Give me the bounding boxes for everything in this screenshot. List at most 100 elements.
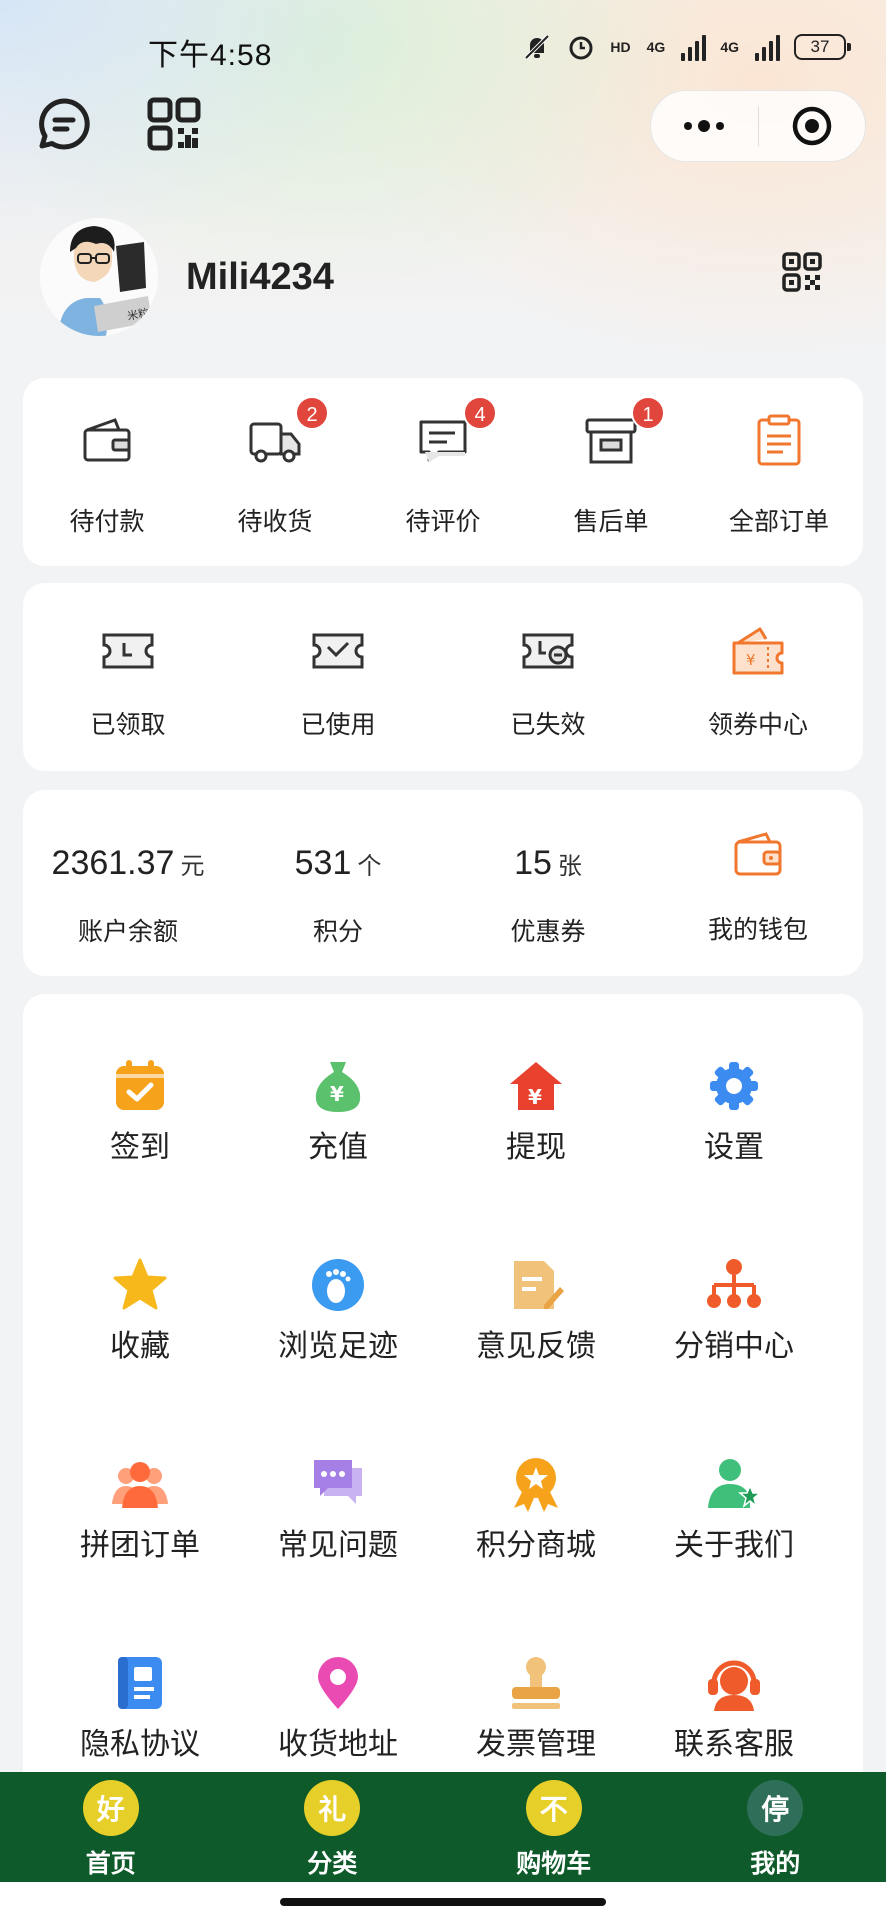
wallet-icon — [77, 410, 137, 470]
order-badge: 2 — [295, 396, 329, 430]
order-after-sales[interactable]: 1 售后单 — [527, 378, 695, 566]
tab-cart[interactable]: 不 购物车 — [443, 1772, 665, 1882]
close-miniprogram-button[interactable] — [759, 91, 866, 161]
service-label: 分销中心 — [674, 1329, 794, 1364]
points-value: 531 个 — [233, 844, 443, 883]
coupon-label: 已失效 — [510, 710, 586, 739]
scan-qr-icon[interactable] — [146, 96, 202, 152]
service-privacy[interactable]: 隐私协议 — [40, 1591, 240, 1762]
service-checkin[interactable]: 签到 — [40, 994, 240, 1165]
tab-mine[interactable]: 停 我的 — [665, 1772, 886, 1882]
svg-text:¥: ¥ — [746, 651, 756, 669]
order-pending-review[interactable]: 4 待评价 — [359, 378, 527, 566]
coupon-center-icon: ¥ — [728, 621, 788, 681]
location-pin-icon — [308, 1653, 368, 1713]
org-chart-icon — [704, 1255, 764, 1315]
ticket-icon — [98, 621, 158, 681]
avatar-illustration: 米粒 — [40, 218, 158, 336]
stat-value: 531 — [294, 844, 352, 882]
stat-value: 2361.37 — [51, 844, 175, 882]
order-pending-payment[interactable]: 待付款 — [23, 378, 191, 566]
order-label: 全部订单 — [728, 507, 829, 536]
signal-icon — [681, 33, 707, 61]
signal-icon-2 — [755, 33, 780, 61]
order-pending-receipt[interactable]: 2 待收货 — [191, 378, 359, 566]
bottom-tab-bar: 好 首页 礼 分类 不 购物车 停 我的 — [0, 1772, 886, 1882]
service-faq[interactable]: 常见问题 — [238, 1392, 438, 1563]
money-bag-icon: ¥ — [308, 1056, 368, 1116]
points-stat[interactable]: 531 个 积分 — [233, 790, 443, 976]
headset-icon — [704, 1653, 764, 1713]
message-icon[interactable] — [36, 96, 92, 152]
username: Mili4234 — [186, 255, 334, 298]
more-dots-icon — [684, 120, 725, 132]
assets-card: 2361.37 元 账户余额 531 个 积分 15 张 优惠券 我的钱包 — [23, 790, 863, 976]
wallet-label: 我的钱包 — [707, 915, 808, 944]
target-icon — [792, 106, 831, 146]
battery-indicator: 37 — [794, 34, 851, 60]
coupon-label: 已使用 — [300, 710, 376, 739]
stat-value: 15 — [514, 844, 552, 882]
home-indicator[interactable] — [280, 1898, 606, 1906]
service-group-orders[interactable]: 拼团订单 — [40, 1392, 240, 1563]
order-badge: 1 — [631, 396, 665, 430]
service-invoice[interactable]: 发票管理 — [436, 1591, 636, 1762]
mine-tab-icon: 停 — [747, 1780, 804, 1836]
coupon-label: 已领取 — [90, 710, 166, 739]
calendar-check-icon — [110, 1056, 170, 1116]
svg-text:¥: ¥ — [330, 1082, 344, 1106]
service-settings[interactable]: 设置 — [634, 994, 834, 1165]
more-button[interactable] — [651, 91, 758, 161]
service-favorites[interactable]: 收藏 — [40, 1193, 240, 1364]
service-history[interactable]: 浏览足迹 — [238, 1193, 438, 1364]
home-tab-icon: 好 — [82, 1780, 139, 1836]
stat-unit: 元 — [180, 853, 205, 880]
service-feedback[interactable]: 意见反馈 — [436, 1193, 636, 1364]
service-about-us[interactable]: 关于我们 — [634, 1392, 834, 1563]
status-icons: HD 4G 4G 37 — [522, 32, 851, 62]
order-label: 待付款 — [69, 507, 145, 536]
order-label: 售后单 — [573, 507, 649, 536]
stat-label: 账户余额 — [77, 917, 178, 946]
coupon-expired[interactable]: 已失效 — [443, 583, 653, 771]
service-address[interactable]: 收货地址 — [238, 1591, 438, 1762]
service-label: 设置 — [704, 1130, 764, 1165]
tab-label: 购物车 — [516, 1849, 592, 1878]
avatar[interactable]: 米粒 — [40, 218, 158, 336]
stat-unit: 个 — [357, 853, 382, 880]
tab-label: 首页 — [85, 1849, 136, 1878]
coupons-stat[interactable]: 15 张 优惠券 — [443, 790, 653, 976]
coupon-received[interactable]: 已领取 — [23, 583, 233, 771]
miniprogram-capsule — [650, 90, 866, 162]
stat-label: 积分 — [312, 917, 363, 946]
service-customer-support[interactable]: 联系客服 — [634, 1591, 834, 1762]
order-label: 待评价 — [405, 507, 481, 536]
my-wallet[interactable]: 我的钱包 — [653, 790, 863, 976]
service-withdraw[interactable]: ¥ 提现 — [436, 994, 636, 1165]
coupons-value: 15 张 — [443, 844, 653, 883]
gear-icon — [704, 1056, 764, 1116]
network-label-2: 4G — [720, 39, 739, 55]
orders-card: 待付款 2 待收货 4 待评价 1 售后单 全部订单 — [23, 378, 863, 566]
coupon-used[interactable]: 已使用 — [233, 583, 443, 771]
tab-category[interactable]: 礼 分类 — [222, 1772, 444, 1882]
chat-bubble-icon — [308, 1454, 368, 1514]
coupon-center[interactable]: ¥ 领券中心 — [653, 583, 863, 771]
feedback-icon — [506, 1255, 566, 1315]
status-bar: 下午4:58 HD 4G 4G 37 — [0, 0, 886, 100]
member-qr-icon[interactable] — [782, 252, 822, 292]
clipboard-icon — [749, 410, 809, 470]
service-distribution[interactable]: 分销中心 — [634, 1193, 834, 1364]
tab-home[interactable]: 好 首页 — [0, 1772, 222, 1882]
user-profile[interactable]: 米粒 Mili4234 — [40, 218, 334, 336]
document-icon — [110, 1653, 170, 1713]
service-points-mall[interactable]: 积分商城 — [436, 1392, 636, 1563]
order-all[interactable]: 全部订单 — [695, 378, 863, 566]
service-recharge[interactable]: ¥ 充值 — [238, 994, 438, 1165]
hd-label: HD — [610, 39, 631, 55]
svg-text:¥: ¥ — [528, 1085, 542, 1109]
stamp-icon — [506, 1653, 566, 1713]
balance-stat[interactable]: 2361.37 元 账户余额 — [23, 790, 233, 976]
user-star-icon — [704, 1454, 764, 1514]
balance-value: 2361.37 元 — [23, 844, 233, 883]
